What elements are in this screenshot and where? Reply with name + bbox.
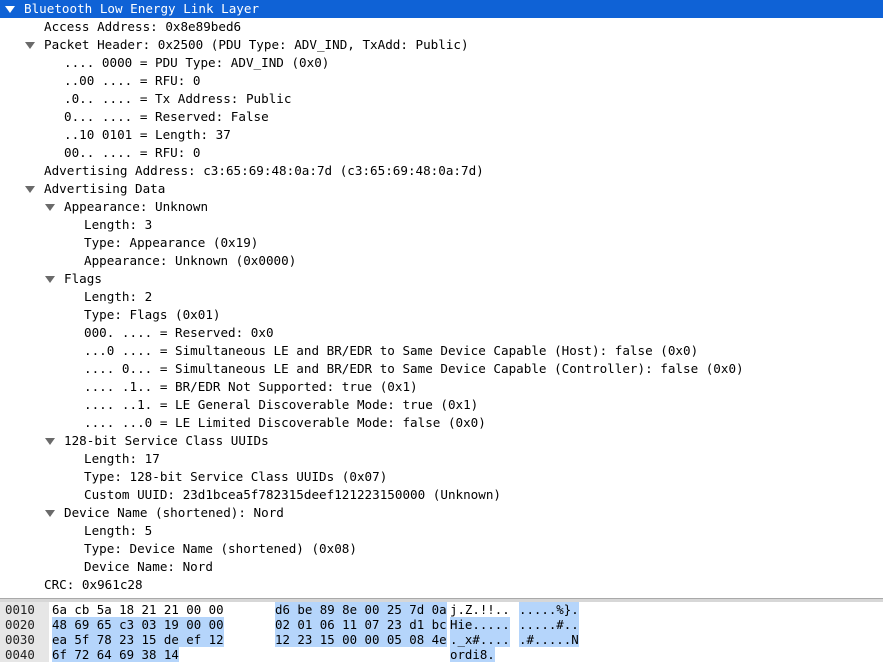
tree-row-label: Length: 2: [84, 289, 153, 304]
tree-row-rfu-2[interactable]: 00.. .... = RFU: 0: [0, 144, 883, 162]
tree-row-rfu-1[interactable]: ..00 .... = RFU: 0: [0, 72, 883, 90]
tree-row-flags[interactable]: Flags: [0, 270, 883, 288]
tree-row-label: Advertising Address: c3:65:69:48:0a:7d (…: [44, 163, 484, 178]
tree-row-label: Access Address: 0x8e89bed6: [44, 19, 242, 34]
tree-row-label: .0.. .... = Tx Address: Public: [64, 91, 292, 106]
hex-bytes-right[interactable]: d6 be 89 8e 00 25 7d 0a: [275, 602, 447, 617]
tree-row-label: .... .1.. = BR/EDR Not Supported: true (…: [84, 379, 418, 394]
hex-offset: 0010: [0, 602, 49, 617]
tree-row-label: Device Name (shortened): Nord: [64, 505, 284, 520]
expand-triangle-icon[interactable]: [24, 180, 36, 198]
ascii-left[interactable]: ._x#....: [450, 632, 510, 647]
ascii-left[interactable]: ordi8.: [450, 647, 495, 662]
tree-row-flags-length[interactable]: Length: 2: [0, 288, 883, 306]
tree-row-uuids-custom[interactable]: Custom UUID: 23d1bcea5f782315deef1212231…: [0, 486, 883, 504]
tree-row-appearance-value[interactable]: Appearance: Unknown (0x0000): [0, 252, 883, 270]
tree-row-flags-limited[interactable]: .... ...0 = LE Limited Discoverable Mode…: [0, 414, 883, 432]
tree-row-appearance-type[interactable]: Type: Appearance (0x19): [0, 234, 883, 252]
tree-row-label: Appearance: Unknown: [64, 199, 209, 214]
tree-row-flags-reserved[interactable]: 000. .... = Reserved: 0x0: [0, 324, 883, 342]
tree-row-uuids-type[interactable]: Type: 128-bit Service Class UUIDs (0x07): [0, 468, 883, 486]
ascii-right[interactable]: .....#..: [519, 617, 579, 632]
ascii-right[interactable]: .....%}.: [519, 602, 579, 617]
hex-bytes-left[interactable]: ea 5f 78 23 15 de ef 12: [52, 632, 224, 647]
tree-row-uuids-length[interactable]: Length: 17: [0, 450, 883, 468]
ascii-right[interactable]: .#.....N: [519, 632, 579, 647]
tree-row-label: ..10 0101 = Length: 37: [64, 127, 231, 142]
tree-row-label: Type: 128-bit Service Class UUIDs (0x07): [84, 469, 388, 484]
hex-bytes-left[interactable]: 6a cb 5a 18 21 21 00 00: [52, 602, 224, 617]
tree-row-crc[interactable]: CRC: 0x961c28: [0, 576, 883, 594]
expand-triangle-icon[interactable]: [24, 36, 36, 54]
tree-row-appearance-length[interactable]: Length: 3: [0, 216, 883, 234]
wireshark-window: Bluetooth Low Energy Link Layer Access Ad…: [0, 0, 883, 669]
tree-row-label: Device Name: Nord: [84, 559, 213, 574]
tree-row-label: Length: 17: [84, 451, 160, 466]
tree-row-flags-host[interactable]: ...0 .... = Simultaneous LE and BR/EDR t…: [0, 342, 883, 360]
tree-row-device-name-length[interactable]: Length: 5: [0, 522, 883, 540]
tree-row-length[interactable]: ..10 0101 = Length: 37: [0, 126, 883, 144]
hex-row[interactable]: 0040 6f 72 64 69 38 14 ordi8.: [0, 647, 883, 662]
tree-row-label: Appearance: Unknown (0x0000): [84, 253, 297, 268]
tree-row-ble-link-layer[interactable]: Bluetooth Low Energy Link Layer: [0, 0, 883, 18]
ascii-left[interactable]: j.Z.!!..: [450, 602, 510, 617]
tree-row-label: Bluetooth Low Energy Link Layer: [24, 1, 260, 16]
expand-triangle-icon[interactable]: [44, 432, 56, 450]
tree-row-label: CRC: 0x961c28: [44, 577, 143, 592]
tree-row-device-name-value[interactable]: Device Name: Nord: [0, 558, 883, 576]
tree-row-access-address[interactable]: Access Address: 0x8e89bed6: [0, 18, 883, 36]
packet-bytes-pane[interactable]: 0010 6a cb 5a 18 21 21 00 00 d6 be 89 8e 0…: [0, 602, 883, 669]
ascii-left[interactable]: Hie.....: [450, 617, 510, 632]
tree-row-label: Type: Flags (0x01): [84, 307, 221, 322]
packet-details-tree[interactable]: Bluetooth Low Energy Link Layer Access Ad…: [0, 0, 883, 598]
tree-row-device-name[interactable]: Device Name (shortened): Nord: [0, 504, 883, 522]
tree-row-flags-general[interactable]: .... ..1. = LE General Discoverable Mode…: [0, 396, 883, 414]
hex-bytes-left[interactable]: 6f 72 64 69 38 14: [52, 647, 179, 662]
expand-triangle-icon[interactable]: [4, 0, 16, 18]
hex-bytes-right[interactable]: 12 23 15 00 00 05 08 4e: [275, 632, 447, 647]
expand-triangle-icon[interactable]: [44, 270, 56, 288]
tree-row-label: .... ...0 = LE Limited Discoverable Mode…: [84, 415, 486, 430]
tree-row-label: 128-bit Service Class UUIDs: [64, 433, 269, 448]
tree-row-label: Type: Appearance (0x19): [84, 235, 259, 250]
expand-triangle-icon[interactable]: [44, 504, 56, 522]
tree-row-label: 00.. .... = RFU: 0: [64, 145, 201, 160]
hex-row[interactable]: 0020 48 69 65 c3 03 19 00 00 02 01 06 11 0…: [0, 617, 883, 632]
hex-offset: 0040: [0, 647, 49, 662]
hex-offset: 0030: [0, 632, 49, 647]
hex-offset: 0020: [0, 617, 49, 632]
tree-row-label: Length: 5: [84, 523, 153, 538]
tree-row-flags-controller[interactable]: .... 0... = Simultaneous LE and BR/EDR t…: [0, 360, 883, 378]
tree-row-pdu-type[interactable]: .... 0000 = PDU Type: ADV_IND (0x0): [0, 54, 883, 72]
tree-row-label: 0... .... = Reserved: False: [64, 109, 269, 124]
tree-row-label: ..00 .... = RFU: 0: [64, 73, 201, 88]
tree-row-label: Custom UUID: 23d1bcea5f782315deef1212231…: [84, 487, 502, 502]
hex-bytes-left[interactable]: 48 69 65 c3 03 19 00 00: [52, 617, 224, 632]
tree-row-label: .... 0000 = PDU Type: ADV_IND (0x0): [64, 55, 330, 70]
tree-row-label: Advertising Data: [44, 181, 166, 196]
tree-row-tx-address[interactable]: .0.. .... = Tx Address: Public: [0, 90, 883, 108]
tree-row-device-name-type[interactable]: Type: Device Name (shortened) (0x08): [0, 540, 883, 558]
tree-row-flags-type[interactable]: Type: Flags (0x01): [0, 306, 883, 324]
tree-row-packet-header[interactable]: Packet Header: 0x2500 (PDU Type: ADV_IND…: [0, 36, 883, 54]
tree-row-advertising-address[interactable]: Advertising Address: c3:65:69:48:0a:7d (…: [0, 162, 883, 180]
tree-row-label: Packet Header: 0x2500 (PDU Type: ADV_IND…: [44, 37, 469, 52]
tree-row-label: .... ..1. = LE General Discoverable Mode…: [84, 397, 479, 412]
tree-row-label: Length: 3: [84, 217, 153, 232]
tree-row-advertising-data[interactable]: Advertising Data: [0, 180, 883, 198]
hex-row[interactable]: 0030 ea 5f 78 23 15 de ef 12 12 23 15 00 0…: [0, 632, 883, 647]
tree-row-label: 000. .... = Reserved: 0x0: [84, 325, 274, 340]
tree-row-label: Flags: [64, 271, 102, 286]
expand-triangle-icon[interactable]: [44, 198, 56, 216]
tree-row-reserved[interactable]: 0... .... = Reserved: False: [0, 108, 883, 126]
tree-row-label: Type: Device Name (shortened) (0x08): [84, 541, 357, 556]
hex-bytes-right[interactable]: 02 01 06 11 07 23 d1 bc: [275, 617, 447, 632]
tree-row-flags-bredr[interactable]: .... .1.. = BR/EDR Not Supported: true (…: [0, 378, 883, 396]
tree-row-appearance[interactable]: Appearance: Unknown: [0, 198, 883, 216]
tree-row-uuids[interactable]: 128-bit Service Class UUIDs: [0, 432, 883, 450]
hex-row[interactable]: 0010 6a cb 5a 18 21 21 00 00 d6 be 89 8e 0…: [0, 602, 883, 617]
tree-row-label: .... 0... = Simultaneous LE and BR/EDR t…: [84, 361, 744, 376]
tree-row-label: ...0 .... = Simultaneous LE and BR/EDR t…: [84, 343, 699, 358]
